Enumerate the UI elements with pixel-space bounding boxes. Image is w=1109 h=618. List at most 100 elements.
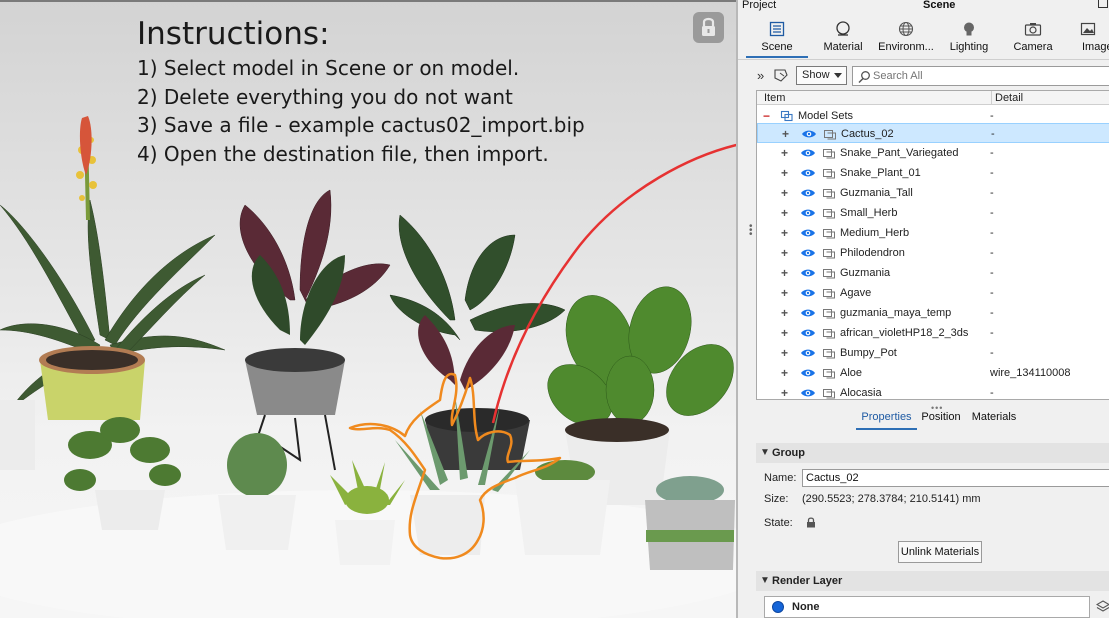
visibility-toggle[interactable] bbox=[800, 328, 816, 341]
globe-icon bbox=[898, 21, 914, 37]
eye-icon bbox=[801, 369, 815, 377]
expand-icon[interactable]: + bbox=[781, 386, 788, 399]
tree-row[interactable]: + Agave - bbox=[757, 283, 1109, 303]
object-type bbox=[822, 187, 836, 202]
model-set-icon bbox=[823, 369, 835, 379]
tab-material[interactable]: Material bbox=[812, 14, 874, 58]
eye-icon bbox=[801, 329, 815, 337]
instruction-step: 2) Delete everything you do not want bbox=[137, 84, 513, 109]
tree-item-name: Medium_Herb bbox=[840, 227, 910, 239]
eye-icon bbox=[801, 349, 815, 357]
visibility-toggle[interactable] bbox=[800, 148, 816, 161]
expand-icon[interactable]: + bbox=[781, 186, 788, 200]
tree-row[interactable]: + Alocasia - bbox=[757, 383, 1109, 399]
expand-icon[interactable]: + bbox=[781, 306, 788, 320]
group-section-header[interactable]: ▼ Group bbox=[756, 443, 1109, 463]
search-box[interactable] bbox=[852, 66, 1109, 86]
expand-icon[interactable]: + bbox=[781, 226, 788, 240]
model-set-icon bbox=[823, 349, 835, 359]
tree-row[interactable]: + Snake_Plant_01 - bbox=[757, 163, 1109, 183]
tree-row[interactable]: + Philodendron - bbox=[757, 243, 1109, 263]
panel-header-scene: Scene bbox=[923, 0, 956, 11]
visibility-toggle[interactable] bbox=[800, 168, 816, 181]
visibility-toggle[interactable] bbox=[800, 188, 816, 201]
tree-row[interactable]: + guzmania_maya_temp - bbox=[757, 303, 1109, 323]
tree-item-name: Bumpy_Pot bbox=[840, 347, 897, 359]
visibility-toggle[interactable] bbox=[800, 368, 816, 381]
tree-item-detail: wire_134110008 bbox=[990, 367, 1071, 379]
viewport-lock-button[interactable] bbox=[693, 12, 724, 43]
collapse-icon[interactable]: − bbox=[763, 109, 770, 123]
tree-row[interactable]: + Guzmania_Tall - bbox=[757, 183, 1109, 203]
tree-row[interactable]: + african_violetHP18_2_3ds - bbox=[757, 323, 1109, 343]
column-header-detail[interactable]: Detail bbox=[991, 91, 1023, 105]
expand-icon[interactable]: + bbox=[781, 346, 788, 360]
expand-icon[interactable]: + bbox=[781, 246, 788, 260]
visibility-toggle[interactable] bbox=[800, 288, 816, 301]
maximize-icon[interactable] bbox=[1098, 0, 1108, 8]
expand-icon[interactable]: + bbox=[781, 146, 788, 160]
tree-row[interactable]: + Snake_Pant_Variegated - bbox=[757, 143, 1109, 163]
tab-image[interactable]: Image bbox=[1072, 14, 1109, 58]
tree-row[interactable]: + Aloe wire_134110008 bbox=[757, 363, 1109, 383]
tree-item-detail: - bbox=[990, 267, 994, 279]
tree-item-detail: - bbox=[990, 227, 994, 239]
expand-icon[interactable]: + bbox=[781, 326, 788, 340]
eye-icon bbox=[801, 229, 815, 237]
palette-tabs: Scene Material Environm... Lighting Came… bbox=[738, 14, 1109, 58]
expand-icon[interactable]: + bbox=[781, 166, 788, 180]
column-header-item[interactable]: Item bbox=[764, 92, 785, 104]
state-lock-button[interactable] bbox=[805, 516, 817, 531]
collapse-chevrons-icon[interactable]: » bbox=[757, 68, 764, 83]
visibility-toggle[interactable] bbox=[800, 308, 816, 321]
tab-label: Camera bbox=[1013, 41, 1053, 53]
visibility-toggle[interactable] bbox=[800, 228, 816, 241]
tab-label: Scene bbox=[761, 41, 793, 53]
tree-item-name: african_violetHP18_2_3ds bbox=[840, 327, 969, 339]
scene-tool-button[interactable] bbox=[772, 67, 790, 86]
model-set-icon bbox=[823, 209, 835, 219]
tree-row[interactable]: + Medium_Herb - bbox=[757, 223, 1109, 243]
object-type bbox=[822, 327, 836, 342]
expand-icon[interactable]: + bbox=[781, 366, 788, 380]
show-dropdown[interactable]: Show bbox=[796, 66, 847, 85]
render-layer-section-header[interactable]: ▼ Render Layer bbox=[756, 571, 1109, 591]
tab-lighting[interactable]: Lighting bbox=[938, 14, 1000, 58]
tree-row[interactable]: + Cactus_02 - bbox=[757, 123, 1109, 143]
expand-icon[interactable]: + bbox=[782, 127, 789, 141]
size-label: Size: bbox=[764, 493, 789, 505]
visibility-toggle[interactable] bbox=[800, 388, 816, 399]
search-input[interactable] bbox=[873, 68, 1103, 84]
eye-icon bbox=[802, 130, 816, 138]
visibility-toggle[interactable] bbox=[800, 208, 816, 221]
visibility-toggle[interactable] bbox=[800, 268, 816, 281]
object-type bbox=[822, 227, 836, 242]
visibility-toggle[interactable] bbox=[801, 129, 817, 142]
splitter-handle[interactable]: • • • bbox=[749, 222, 753, 240]
layer-radio-button[interactable] bbox=[772, 601, 784, 613]
tree-item-detail: - bbox=[990, 110, 994, 122]
tab-materials[interactable]: Materials bbox=[967, 408, 1021, 430]
tab-environment[interactable]: Environm... bbox=[874, 14, 938, 58]
unlink-materials-button[interactable]: Unlink Materials bbox=[898, 541, 982, 563]
instruction-step: 3) Save a file - example cactus02_import… bbox=[137, 113, 585, 137]
tree-row[interactable]: + Guzmania - bbox=[757, 263, 1109, 283]
expand-icon[interactable]: + bbox=[781, 206, 788, 220]
expand-icon[interactable]: + bbox=[781, 266, 788, 280]
layers-button[interactable] bbox=[1095, 600, 1109, 617]
tree-row[interactable]: + Bumpy_Pot - bbox=[757, 343, 1109, 363]
name-field[interactable] bbox=[802, 469, 1109, 487]
panel-header-project[interactable]: Project bbox=[742, 0, 776, 12]
tree-row[interactable]: + Small_Herb - bbox=[757, 203, 1109, 223]
object-type bbox=[823, 128, 837, 143]
tab-scene[interactable]: Scene bbox=[746, 14, 808, 58]
visibility-toggle[interactable] bbox=[800, 248, 816, 261]
model-set-icon bbox=[823, 309, 835, 319]
visibility-toggle[interactable] bbox=[800, 348, 816, 361]
tab-camera[interactable]: Camera bbox=[1002, 14, 1064, 58]
expand-icon[interactable]: + bbox=[781, 286, 788, 300]
tree-item-name: guzmania_maya_temp bbox=[840, 307, 952, 319]
tab-properties[interactable]: Properties bbox=[856, 408, 917, 430]
tab-position[interactable]: Position bbox=[917, 408, 965, 430]
render-viewport[interactable]: Instructions: 1) Select model in Scene o… bbox=[0, 0, 736, 618]
